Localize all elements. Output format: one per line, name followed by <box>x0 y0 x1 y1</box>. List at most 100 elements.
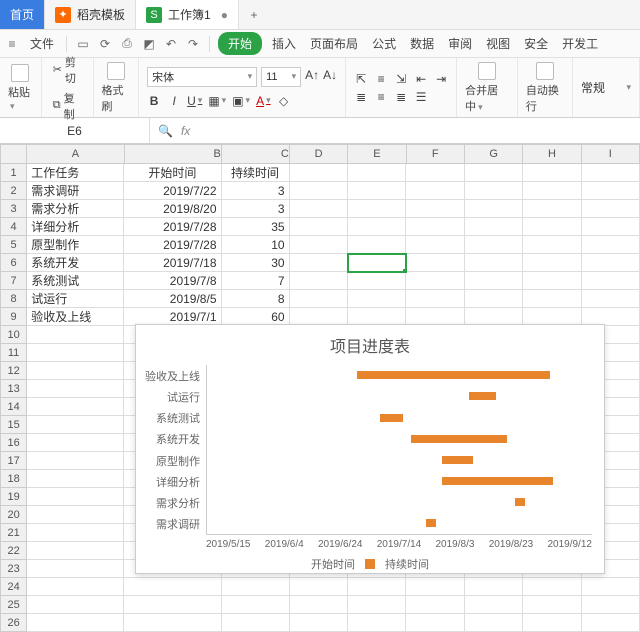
cell-C26[interactable] <box>222 614 290 632</box>
cell-A25[interactable] <box>27 596 124 614</box>
col-header-D[interactable]: D <box>290 144 348 164</box>
cell-D6[interactable] <box>290 254 348 272</box>
cell-A18[interactable] <box>27 470 124 488</box>
cell-C4[interactable]: 35 <box>222 218 290 236</box>
ribbon-tab-security[interactable]: 安全 <box>520 33 552 54</box>
cell-I2[interactable] <box>582 182 640 200</box>
cell-I3[interactable] <box>582 200 640 218</box>
cell-D24[interactable] <box>290 578 348 596</box>
cell-G8[interactable] <box>465 290 523 308</box>
cell-H5[interactable] <box>523 236 581 254</box>
cell-I8[interactable] <box>582 290 640 308</box>
cell-F4[interactable] <box>406 218 464 236</box>
cell-C3[interactable]: 3 <box>222 200 290 218</box>
cell-D2[interactable] <box>290 182 348 200</box>
cell-A15[interactable] <box>27 416 124 434</box>
col-header-H[interactable]: H <box>523 144 581 164</box>
cell-A8[interactable]: 试运行 <box>27 290 124 308</box>
row-header-24[interactable]: 24 <box>0 578 27 596</box>
align-just-icon[interactable]: ☰ <box>414 89 428 105</box>
cell-G24[interactable] <box>465 578 523 596</box>
row-header-7[interactable]: 7 <box>0 272 27 290</box>
row-header-3[interactable]: 3 <box>0 200 27 218</box>
cell-G4[interactable] <box>465 218 523 236</box>
cell-D4[interactable] <box>290 218 348 236</box>
ribbon-tab-data[interactable]: 数据 <box>406 33 438 54</box>
align-top-icon[interactable]: ⇱ <box>354 71 368 87</box>
cell-A3[interactable]: 需求分析 <box>27 200 124 218</box>
cell-H4[interactable] <box>523 218 581 236</box>
cell-C24[interactable] <box>222 578 290 596</box>
cell-B26[interactable] <box>124 614 221 632</box>
italic-button[interactable]: I <box>167 93 181 109</box>
cell-A23[interactable] <box>27 560 124 578</box>
row-header-18[interactable]: 18 <box>0 470 27 488</box>
cell-F7[interactable] <box>406 272 464 290</box>
cell-I24[interactable] <box>582 578 640 596</box>
col-header-C[interactable]: C <box>222 144 290 164</box>
cell-E25[interactable] <box>348 596 406 614</box>
cell-I25[interactable] <box>582 596 640 614</box>
cell-G25[interactable] <box>465 596 523 614</box>
cell-G3[interactable] <box>465 200 523 218</box>
cell-B4[interactable]: 2019/7/28 <box>124 218 221 236</box>
cell-B3[interactable]: 2019/8/20 <box>124 200 221 218</box>
row-header-26[interactable]: 26 <box>0 614 27 632</box>
cell-C7[interactable]: 7 <box>222 272 290 290</box>
cell-I4[interactable] <box>582 218 640 236</box>
cell-D3[interactable] <box>290 200 348 218</box>
border-button[interactable]: ▦▾ <box>208 93 226 109</box>
indent-dec-icon[interactable]: ⇤ <box>414 71 428 87</box>
cell-A12[interactable] <box>27 362 124 380</box>
cell-E8[interactable] <box>348 290 406 308</box>
row-header-17[interactable]: 17 <box>0 452 27 470</box>
inc-font-icon[interactable]: A↑ <box>305 67 319 83</box>
select-all-corner[interactable] <box>0 144 27 164</box>
cell-H26[interactable] <box>523 614 581 632</box>
row-header-25[interactable]: 25 <box>0 596 27 614</box>
align-center-icon[interactable]: ≡ <box>374 89 388 105</box>
row-header-20[interactable]: 20 <box>0 506 27 524</box>
cell-B5[interactable]: 2019/7/28 <box>124 236 221 254</box>
cell-A20[interactable] <box>27 506 124 524</box>
underline-button[interactable]: U▾ <box>187 93 202 109</box>
ribbon-tab-layout[interactable]: 页面布局 <box>306 33 362 54</box>
tab-templates[interactable]: ✦稻壳模板 <box>45 0 136 29</box>
cell-F8[interactable] <box>406 290 464 308</box>
cell-B8[interactable]: 2019/8/5 <box>124 290 221 308</box>
row-header-19[interactable]: 19 <box>0 488 27 506</box>
cell-B7[interactable]: 2019/7/8 <box>124 272 221 290</box>
cell-F2[interactable] <box>406 182 464 200</box>
cell-F3[interactable] <box>406 200 464 218</box>
row-header-22[interactable]: 22 <box>0 542 27 560</box>
fx-icon[interactable]: fx <box>181 124 190 138</box>
row-header-2[interactable]: 2 <box>0 182 27 200</box>
cell-B2[interactable]: 2019/7/22 <box>124 182 221 200</box>
cell-A22[interactable] <box>27 542 124 560</box>
cell-D25[interactable] <box>290 596 348 614</box>
size-select[interactable]: 11▾ <box>261 67 301 87</box>
print-icon[interactable]: ⎙ <box>119 36 135 52</box>
col-header-F[interactable]: F <box>407 144 465 164</box>
cell-A7[interactable]: 系统测试 <box>27 272 124 290</box>
col-header-A[interactable]: A <box>27 144 124 164</box>
align-mid-icon[interactable]: ≡ <box>374 71 388 87</box>
cell-B6[interactable]: 2019/7/18 <box>124 254 221 272</box>
cell-A4[interactable]: 详细分析 <box>27 218 124 236</box>
spreadsheet-grid[interactable]: ABCDEFGHI 1工作任务开始时间持续时间2需求调研2019/7/2233需… <box>0 144 640 632</box>
cell-A19[interactable] <box>27 488 124 506</box>
row-header-16[interactable]: 16 <box>0 434 27 452</box>
bold-button[interactable]: B <box>147 93 161 109</box>
cell-I26[interactable] <box>582 614 640 632</box>
row-header-8[interactable]: 8 <box>0 290 27 308</box>
gantt-chart[interactable]: 项目进度表 验收及上线试运行系统测试系统开发原型制作详细分析需求分析需求调研 2… <box>135 324 605 574</box>
cell-E6[interactable] <box>348 254 406 272</box>
row-header-10[interactable]: 10 <box>0 326 27 344</box>
cell-A6[interactable]: 系统开发 <box>27 254 124 272</box>
redo-icon[interactable]: ↷ <box>185 36 201 52</box>
sync-icon[interactable]: ⟳ <box>97 36 113 52</box>
cell-I1[interactable] <box>582 164 640 182</box>
wrap-button[interactable]: 自动换行 <box>526 62 564 114</box>
col-header-B[interactable]: B <box>125 144 222 164</box>
cell-D5[interactable] <box>290 236 348 254</box>
